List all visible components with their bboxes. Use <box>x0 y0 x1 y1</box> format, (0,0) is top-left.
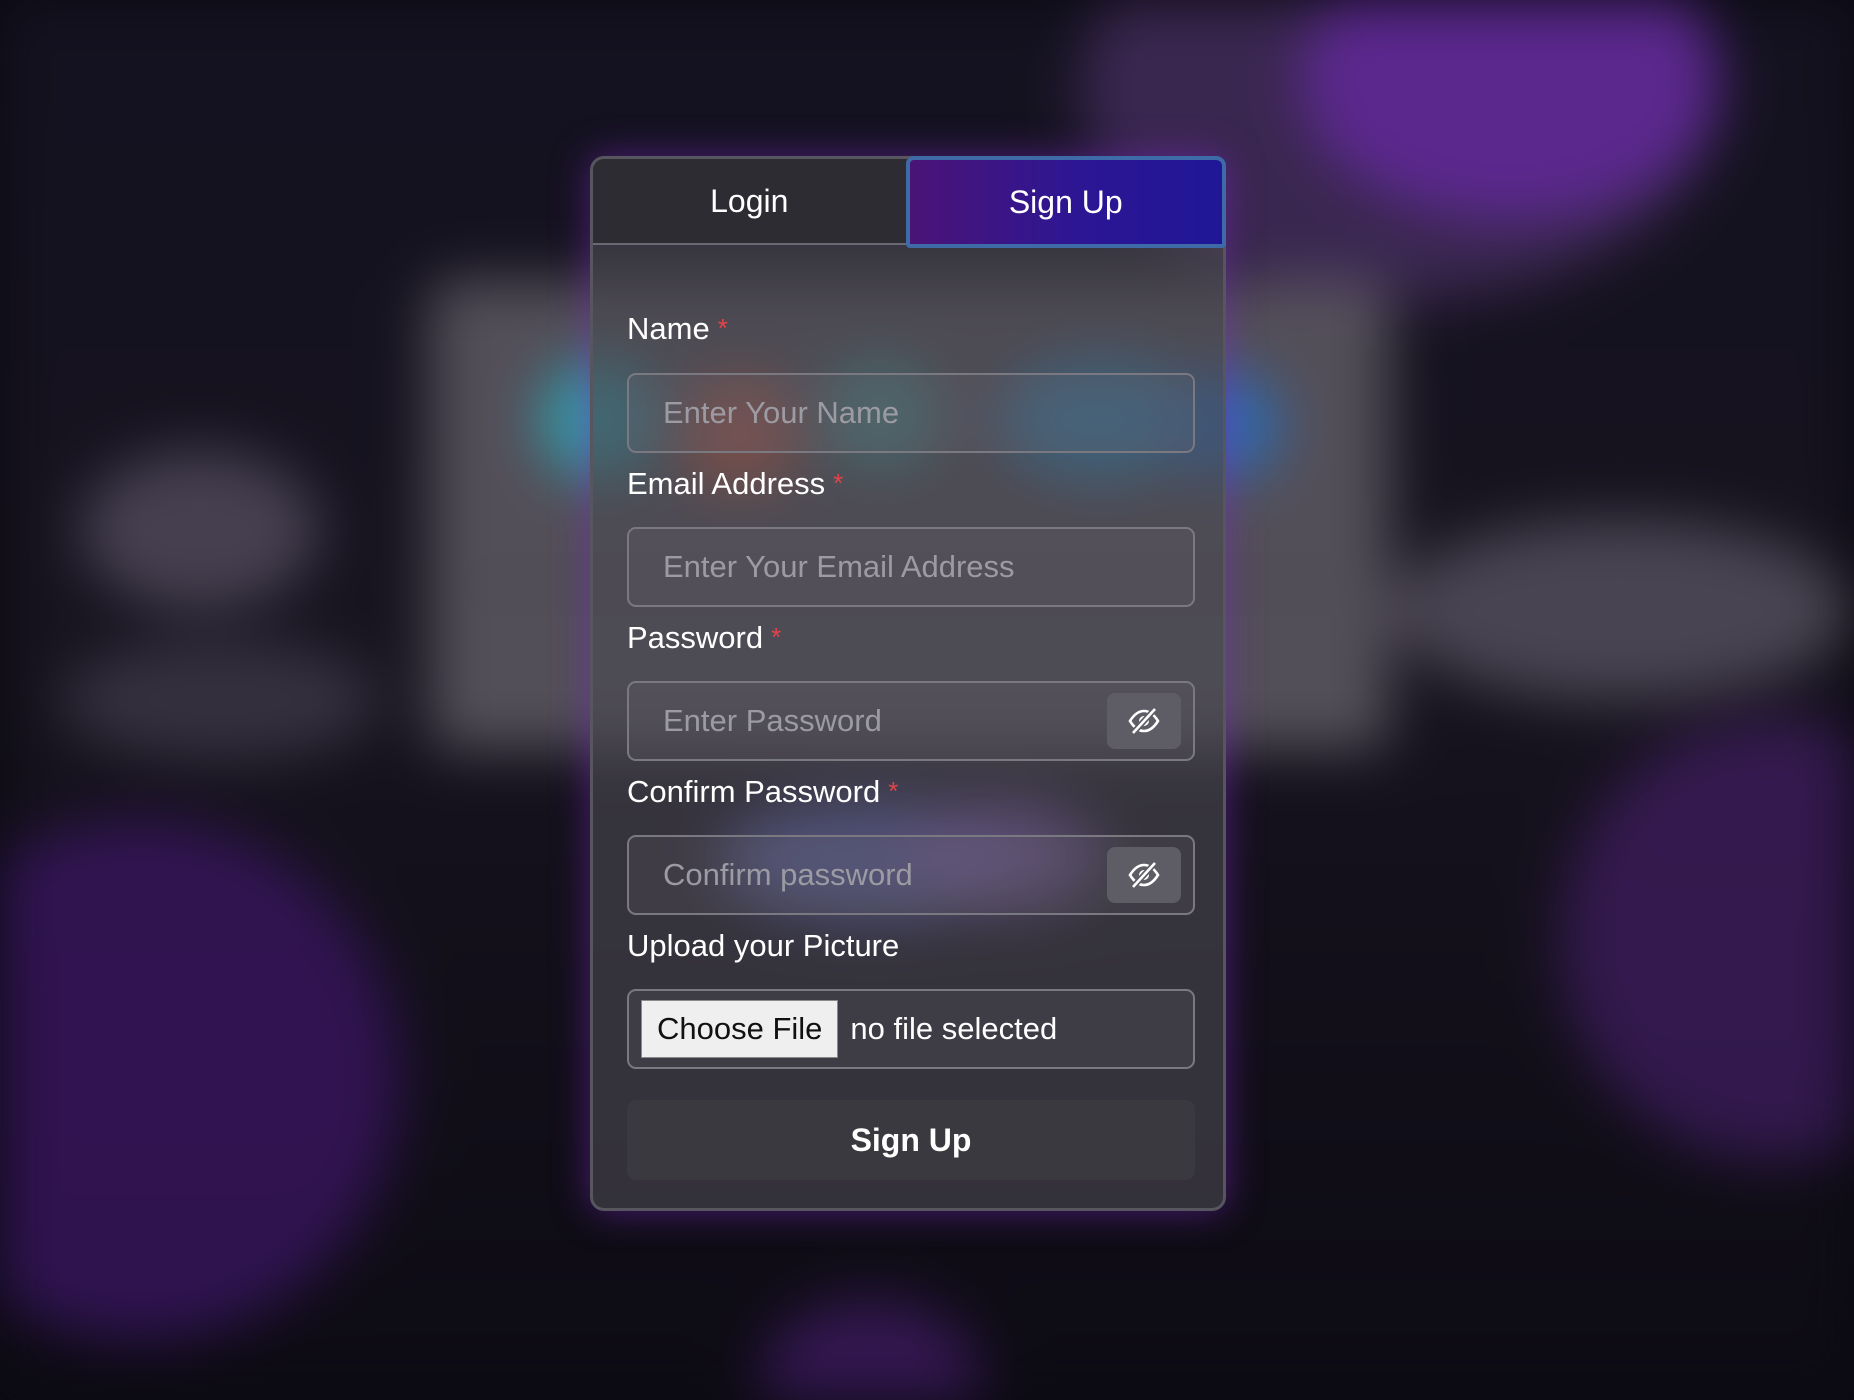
required-mark: * <box>888 776 899 806</box>
name-input[interactable]: Enter Your Name <box>627 373 1195 453</box>
eye-slash-icon <box>1128 861 1160 889</box>
required-mark: * <box>833 468 844 498</box>
name-placeholder: Enter Your Name <box>663 395 900 430</box>
email-input[interactable]: Enter Your Email Address <box>627 527 1195 607</box>
password-placeholder: Enter Password <box>663 703 882 738</box>
email-placeholder: Enter Your Email Address <box>663 549 1015 584</box>
password-label: Password * <box>627 620 781 656</box>
confirm-password-placeholder: Confirm password <box>663 857 913 892</box>
password-input[interactable]: Enter Password <box>627 681 1195 761</box>
sign-up-button[interactable]: Sign Up <box>627 1100 1195 1180</box>
confirm-password-label: Confirm Password * <box>627 774 898 810</box>
tab-login[interactable]: Login <box>593 159 906 245</box>
confirm-password-input[interactable]: Confirm password <box>627 835 1195 915</box>
email-label-text: Email Address <box>627 466 826 501</box>
email-label: Email Address * <box>627 466 843 502</box>
tab-signup[interactable]: Sign Up <box>905 156 1226 248</box>
file-status: no file selected <box>850 1011 1058 1046</box>
password-label-text: Password <box>627 620 764 655</box>
confirm-password-label-text: Confirm Password <box>627 774 881 809</box>
choose-file-button[interactable]: Choose File <box>641 1000 839 1058</box>
password-visibility-toggle[interactable] <box>1107 693 1181 749</box>
auth-tabs: Login Sign Up <box>593 156 1226 248</box>
eye-slash-icon <box>1128 707 1160 735</box>
confirm-password-visibility-toggle[interactable] <box>1107 847 1181 903</box>
required-mark: * <box>771 622 782 652</box>
picture-label: Upload your Picture <box>627 928 900 963</box>
picture-file-input[interactable]: Choose File no file selected <box>627 989 1195 1069</box>
name-label-text: Name <box>627 311 710 346</box>
required-mark: * <box>717 313 728 343</box>
name-label: Name * <box>627 311 728 347</box>
auth-card: Login Sign Up Name * Enter Your Name Emai… <box>590 156 1226 1211</box>
